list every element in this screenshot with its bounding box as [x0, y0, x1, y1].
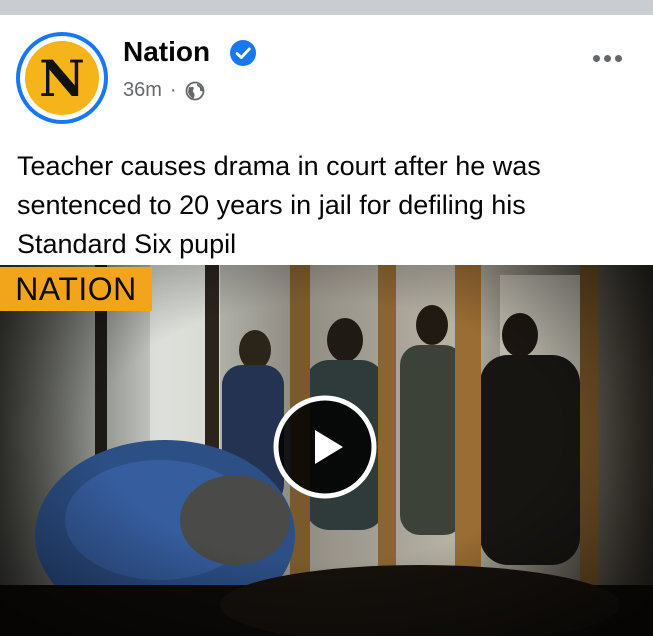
nation-video-logo: NATION [0, 267, 152, 311]
post-headline: Teacher causes drama in court after he w… [17, 151, 541, 259]
post-timestamp[interactable]: 36m [123, 79, 162, 102]
video-logo-text: NATION [15, 271, 137, 307]
post-card: N Nation 36m · Teacher causes drama in c… [0, 15, 653, 636]
video-player[interactable]: NATION [0, 265, 653, 636]
page-avatar[interactable]: N [16, 32, 108, 124]
page-name-link[interactable]: Nation [123, 38, 210, 66]
globe-icon[interactable] [185, 81, 205, 101]
post-meta: 36m · [123, 79, 205, 102]
play-icon[interactable] [273, 395, 377, 499]
avatar-letter: N [39, 49, 85, 108]
more-options-icon[interactable] [593, 51, 633, 65]
verified-badge-icon [230, 40, 256, 66]
meta-separator: · [169, 79, 177, 101]
